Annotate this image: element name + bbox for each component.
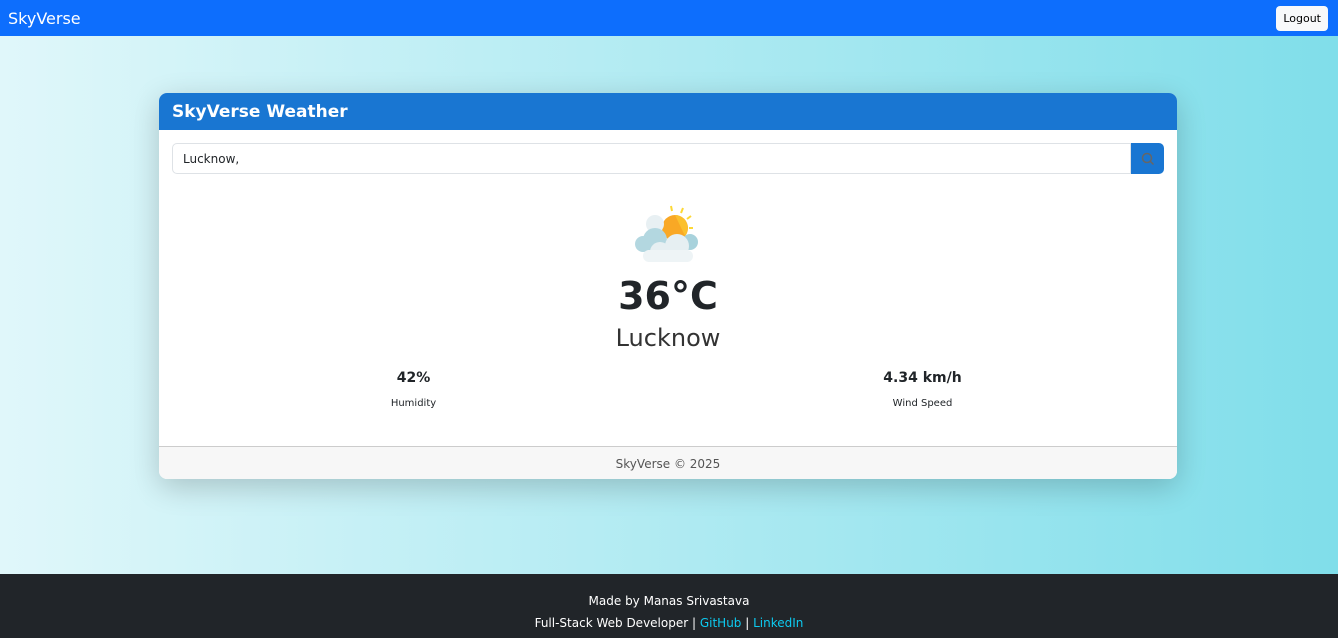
github-link[interactable]: GitHub: [700, 616, 742, 630]
search-button[interactable]: [1131, 143, 1164, 174]
search-icon: [1141, 152, 1154, 165]
logout-button[interactable]: Logout: [1276, 5, 1328, 31]
brand[interactable]: SkyVerse: [8, 9, 81, 28]
wind-value: 4.34 km/h: [883, 370, 962, 386]
city-input[interactable]: [172, 143, 1131, 174]
partly-cloudy-sun-icon: [159, 204, 1177, 264]
weather-card: SkyVerse Weather 36°C Lucknow 42% Humidit…: [159, 93, 1177, 479]
separator: |: [741, 616, 754, 630]
weather-stats: 42% Humidity 4.34 km/h Wind Speed: [159, 370, 1177, 409]
search-bar: [172, 143, 1164, 174]
linkedin-link[interactable]: LinkedIn: [753, 616, 803, 630]
card-footer: SkyVerse © 2025: [159, 446, 1177, 479]
card-title: SkyVerse Weather: [159, 93, 1177, 130]
temperature: 36°C: [618, 274, 718, 318]
humidity-stat: 42% Humidity: [159, 370, 668, 409]
wind-stat: 4.34 km/h Wind Speed: [668, 370, 1177, 409]
humidity-value: 42%: [396, 370, 431, 386]
city-name: Lucknow: [615, 324, 721, 352]
wind-label: Wind Speed: [892, 398, 953, 409]
role: Full-Stack Web Developer: [534, 616, 689, 630]
humidity-label: Humidity: [390, 398, 437, 409]
page-footer: Made by Manas Srivastava Full-Stack Web …: [0, 574, 1338, 638]
credit: Made by Manas Srivastava: [588, 594, 750, 608]
separator: |: [688, 616, 700, 630]
navbar: SkyVerse Logout: [0, 0, 1338, 36]
